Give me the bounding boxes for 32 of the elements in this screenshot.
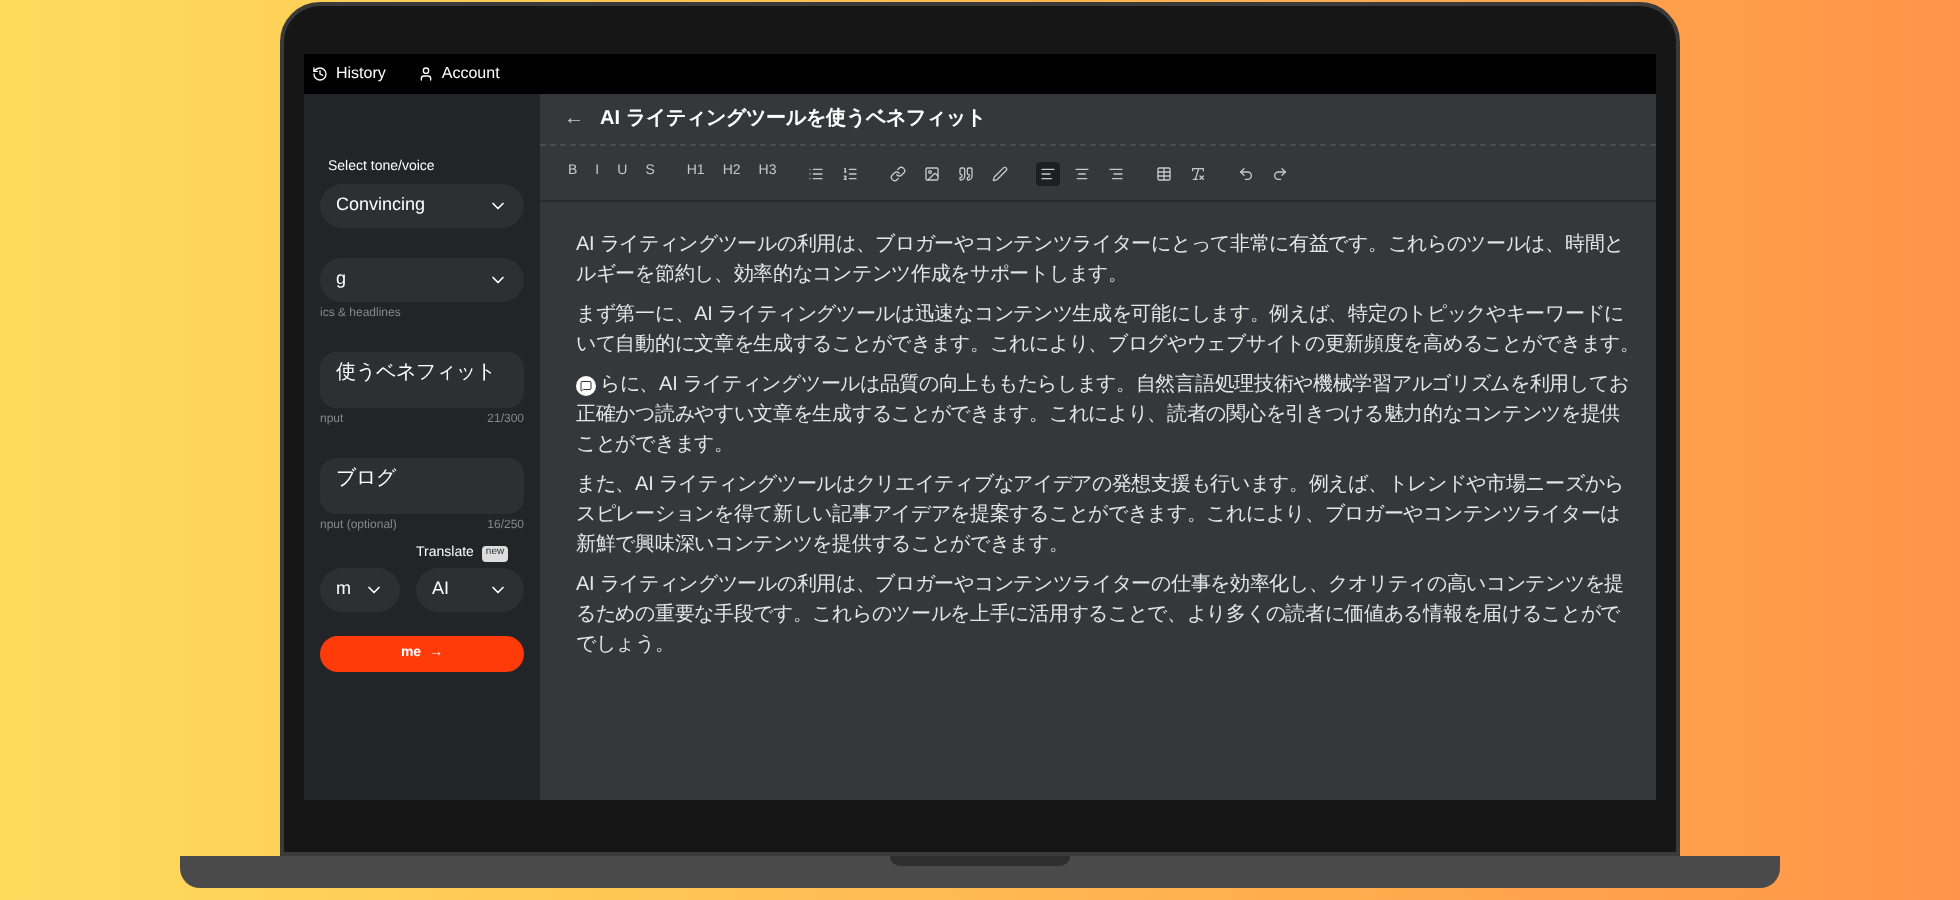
language-select[interactable]: m: [320, 568, 400, 612]
paragraph-line: 正確かつ読みやすい文章を生成することができます。これにより、読者の関心を引きつける魅力的なコンテンツを提供: [576, 401, 1621, 430]
paragraph-line: でしょう。: [576, 632, 675, 660]
paragraph-line: AI ライティングツールの利用は、ブロガーやコンテンツライターの仕事を効率化し、クオリティの高いコンテンツを提: [576, 571, 1624, 600]
translate-select[interactable]: AI: [416, 568, 524, 612]
paragraph-line: ルギーを節約し、効率的なコンテンツ作成をサポートします。: [576, 261, 1128, 290]
tone-select[interactable]: Convincing: [320, 183, 524, 227]
table-icon[interactable]: [1152, 161, 1177, 185]
paragraph-line: AI ライティングツールの利用は、ブロガーやコンテンツライターにとって非常に有益です。これらのツールは、時間と: [576, 231, 1624, 260]
paragraph-line: らに、AI ライティングツールは品質の向上ももたらします。自然言語処理技術や機械学習アルゴリズムを利用してお: [600, 371, 1629, 400]
nav-link[interactable]: History: [312, 62, 386, 86]
paragraph-line: まず第一に、AI ライティングツールは迅速なコンテンツ生成を可能にします。例えば、特定のトピックやキーワードに: [576, 301, 1624, 330]
paragraph-line: スピレーションを得て新しい記事アイデアを提案することができます。これにより、ブロガーやコンテンツライターは: [576, 501, 1621, 530]
clock-icon: [312, 66, 328, 82]
link-icon[interactable]: [886, 161, 911, 185]
keywords-input[interactable]: ブログ: [320, 457, 524, 513]
title-input[interactable]: 使うベネフィット: [320, 351, 524, 407]
paragraph-line: ことができます。: [576, 432, 734, 460]
pen-icon[interactable]: [988, 161, 1013, 185]
user-icon: [417, 66, 434, 82]
paragraph-line: るための重要な手段です。これらのツールを上手に活用することで、より多くの読者に価値ある情報を届けることがで: [576, 601, 1621, 630]
paragraph-line: また、AI ライティングツールはクリエイティブなアイデアの発想支援も行います。例えば、トレンドや市場ニーズから: [576, 471, 1624, 500]
comment-icon[interactable]: [576, 375, 596, 395]
paragraph-line: 新鮮で興味深いコンテンツを提供することができます。: [576, 531, 1069, 560]
paragraph-line: いて自動的に文章を生成することができます。これにより、ブログやウェブサイトの更新頻度を高めることができます。: [576, 331, 1640, 360]
type-select[interactable]: g: [320, 257, 524, 301]
back-arrow-icon[interactable]: ←: [564, 104, 584, 134]
align-left-icon[interactable]: [1036, 161, 1061, 185]
quote-icon[interactable]: [954, 161, 979, 185]
document-title: AI ライティングツールを使うベネフィット: [600, 105, 986, 134]
nav-link[interactable]: Account: [417, 62, 500, 86]
image-icon[interactable]: [920, 161, 945, 185]
